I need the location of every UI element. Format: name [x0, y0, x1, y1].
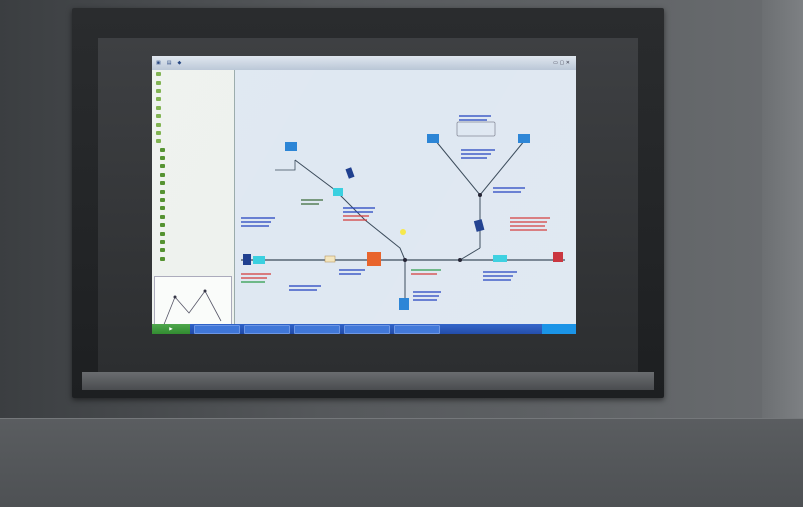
compressor-icon — [333, 188, 343, 196]
tree-item[interactable] — [152, 154, 234, 162]
windows-taskbar: ▶ — [152, 324, 576, 334]
folder-icon — [156, 105, 161, 110]
wall-lower-panel — [0, 418, 803, 507]
tree-item[interactable] — [152, 129, 234, 137]
junction-node — [458, 258, 462, 262]
tree-node-icon — [160, 164, 165, 169]
start-button[interactable]: ▶ — [152, 324, 190, 334]
taskbar-button[interactable] — [194, 324, 240, 334]
tree-item[interactable] — [152, 70, 234, 78]
tree-item[interactable] — [152, 187, 234, 195]
tree-item[interactable] — [152, 95, 234, 103]
compressor-icon — [427, 134, 439, 143]
folder-icon — [156, 130, 161, 135]
tree-node-icon — [160, 231, 165, 236]
tree-node-icon — [160, 147, 165, 152]
tree-node-icon — [160, 156, 165, 161]
folder-icon — [156, 139, 161, 144]
pipeline-network-schematic — [241, 115, 565, 310]
compressor-icon — [518, 134, 530, 143]
tree-item[interactable] — [152, 238, 234, 246]
toolbar-icon[interactable]: ▣ — [156, 60, 161, 66]
taskbar-button[interactable] — [394, 324, 440, 334]
tree-node-icon — [160, 240, 165, 244]
system-tray[interactable] — [542, 324, 576, 334]
tree-item[interactable] — [152, 87, 234, 95]
tree-node-icon — [160, 198, 165, 203]
tree-node-icon — [160, 223, 165, 228]
tree-item[interactable] — [152, 120, 234, 128]
folder-icon — [156, 122, 161, 127]
tree-item[interactable] — [152, 137, 234, 145]
toolbar-icon[interactable]: ◆ — [177, 60, 181, 66]
junction-node — [478, 193, 482, 197]
meter-icon — [493, 255, 507, 262]
tree-node-icon — [160, 181, 165, 186]
tree-item[interactable] — [152, 213, 234, 221]
app-toolbar: ▣ ▤ ◆ ▭ ▢ ✕ — [152, 56, 576, 70]
meter-icon — [253, 256, 265, 264]
tree-item[interactable] — [152, 78, 234, 86]
callout-box — [456, 121, 496, 137]
valve-icon — [324, 255, 336, 263]
window-controls[interactable]: ▭ ▢ ✕ — [553, 60, 570, 66]
tree-item[interactable] — [152, 229, 234, 237]
monitor-screen: ▣ ▤ ◆ ▭ ▢ ✕ ▶ — [152, 56, 576, 334]
compressor-icon — [399, 298, 409, 310]
folder-icon — [156, 72, 161, 77]
tree-item[interactable] — [152, 221, 234, 229]
tree-item[interactable] — [152, 204, 234, 212]
monitor-frame-bottom-edge — [82, 372, 654, 390]
compressor-icon — [553, 252, 563, 262]
folder-icon — [156, 88, 161, 93]
valve-icon — [345, 167, 355, 179]
tree-item[interactable] — [152, 196, 234, 204]
junction-marker — [400, 229, 406, 235]
tree-item[interactable] — [152, 146, 234, 154]
tree-item[interactable] — [152, 104, 234, 112]
navigation-tree[interactable] — [152, 70, 235, 334]
branch-pipeline-v — [434, 139, 526, 196]
tree-item[interactable] — [152, 179, 234, 187]
tree-item[interactable] — [152, 255, 234, 263]
folder-icon — [156, 97, 161, 102]
taskbar-button[interactable] — [294, 324, 340, 334]
valve-icon — [243, 254, 251, 265]
tree-node-icon — [160, 248, 165, 253]
valve-icon — [473, 219, 485, 232]
tree-item[interactable] — [152, 246, 234, 254]
pipeline-diagram-canvas[interactable] — [235, 70, 576, 324]
toolbar-icon[interactable]: ▤ — [167, 60, 172, 66]
folder-icon — [156, 114, 161, 119]
junction-node — [403, 258, 407, 262]
tree-node-icon — [160, 256, 165, 261]
tree-item[interactable] — [152, 171, 234, 179]
branch-pipeline-west-feed — [275, 160, 296, 171]
taskbar-button[interactable] — [344, 324, 390, 334]
tree-node-icon — [160, 189, 165, 194]
tree-item[interactable] — [152, 112, 234, 120]
tree-item[interactable] — [152, 162, 234, 170]
tree-node-icon — [160, 206, 165, 211]
taskbar-button[interactable] — [244, 324, 290, 334]
folder-icon — [156, 80, 161, 85]
tree-node-icon — [160, 172, 165, 177]
compressor-icon — [285, 142, 297, 151]
tree-node-icon — [160, 214, 165, 219]
compressor-icon — [367, 252, 381, 266]
